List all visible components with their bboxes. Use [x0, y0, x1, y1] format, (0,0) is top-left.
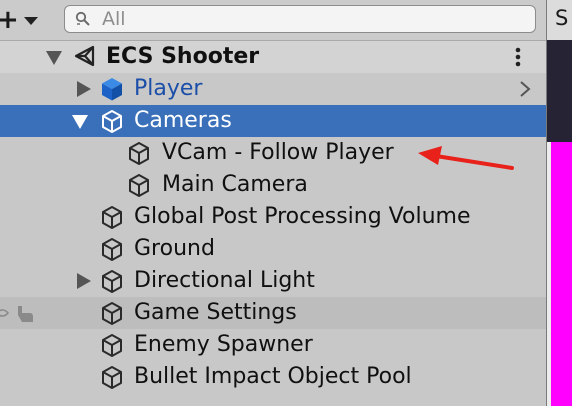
visibility-pick-icons[interactable] [0, 298, 42, 328]
hierarchy-toolbar: + All [0, 0, 546, 41]
hierarchy-item-label: Game Settings [134, 300, 297, 325]
foldout-arrow[interactable] [77, 273, 91, 289]
hierarchy-item-ground[interactable]: Ground [0, 233, 546, 265]
hierarchy-item-label: Player [134, 76, 203, 101]
chevron-right-icon[interactable] [518, 81, 532, 97]
hierarchy-item-label: Ground [134, 236, 215, 261]
gameobject-cube-icon [102, 334, 122, 357]
selection-strip [0, 105, 42, 137]
hierarchy-item-label: Global Post Processing Volume [134, 204, 471, 229]
plus-icon: + [0, 5, 19, 35]
kebab-menu-icon[interactable] [508, 45, 528, 69]
hierarchy-item-game-settings[interactable]: Game Settings [0, 297, 546, 329]
hierarchy-item-label: Enemy Spawner [134, 332, 313, 357]
gameobject-cube-icon [102, 110, 122, 133]
scene-name: ECS Shooter [106, 44, 260, 69]
search-placeholder: All [102, 8, 126, 30]
foldout-arrow[interactable] [77, 81, 91, 97]
gameobject-cube-icon [102, 270, 122, 293]
hierarchy-item-label: Bullet Impact Object Pool [134, 364, 412, 389]
prefab-cube-icon [102, 78, 122, 101]
gameobject-cube-icon [102, 238, 122, 261]
hierarchy-item-vcam[interactable]: VCam - Follow Player [0, 137, 546, 169]
hierarchy-item-player[interactable]: Player [0, 73, 546, 105]
hierarchy-item-enemy-spawner[interactable]: Enemy Spawner [0, 329, 546, 361]
triangle-down-icon [24, 17, 38, 25]
foldout-arrow[interactable] [72, 115, 88, 129]
unity-logo-icon [74, 45, 95, 67]
scene-view-magenta-area [551, 142, 572, 406]
gameobject-cube-icon [129, 174, 149, 197]
scene-view-dark-area [547, 40, 572, 142]
hierarchy-item-main-camera[interactable]: Main Camera [0, 169, 546, 201]
scene-foldout-arrow[interactable] [46, 51, 62, 65]
hierarchy-item-label: VCam - Follow Player [162, 140, 394, 165]
gameobject-cube-icon [129, 142, 149, 165]
gameobject-cube-icon [102, 206, 122, 229]
scene-view-edge: S [546, 0, 572, 406]
hierarchy-item-directional-light[interactable]: Directional Light [0, 265, 546, 297]
tab-scene[interactable]: S [547, 0, 572, 41]
hierarchy-item-label: Main Camera [162, 172, 308, 197]
scene-header-row[interactable]: ECS Shooter [0, 41, 546, 73]
hierarchy-item-global-post-processing-volume[interactable]: Global Post Processing Volume [0, 201, 546, 233]
search-icon [75, 11, 90, 26]
gameobject-cube-icon [102, 302, 122, 325]
hierarchy-item-bullet-impact-object-pool[interactable]: Bullet Impact Object Pool [0, 361, 546, 393]
create-menu-button[interactable]: + [0, 6, 44, 34]
gameobject-cube-icon [102, 366, 122, 389]
hierarchy-item-cameras[interactable]: Cameras [42, 105, 546, 137]
search-input[interactable]: All [64, 5, 536, 33]
hierarchy-item-label: Directional Light [134, 268, 315, 293]
scene-tab-label: S [555, 6, 569, 30]
hierarchy-item-label: Cameras [134, 108, 232, 133]
